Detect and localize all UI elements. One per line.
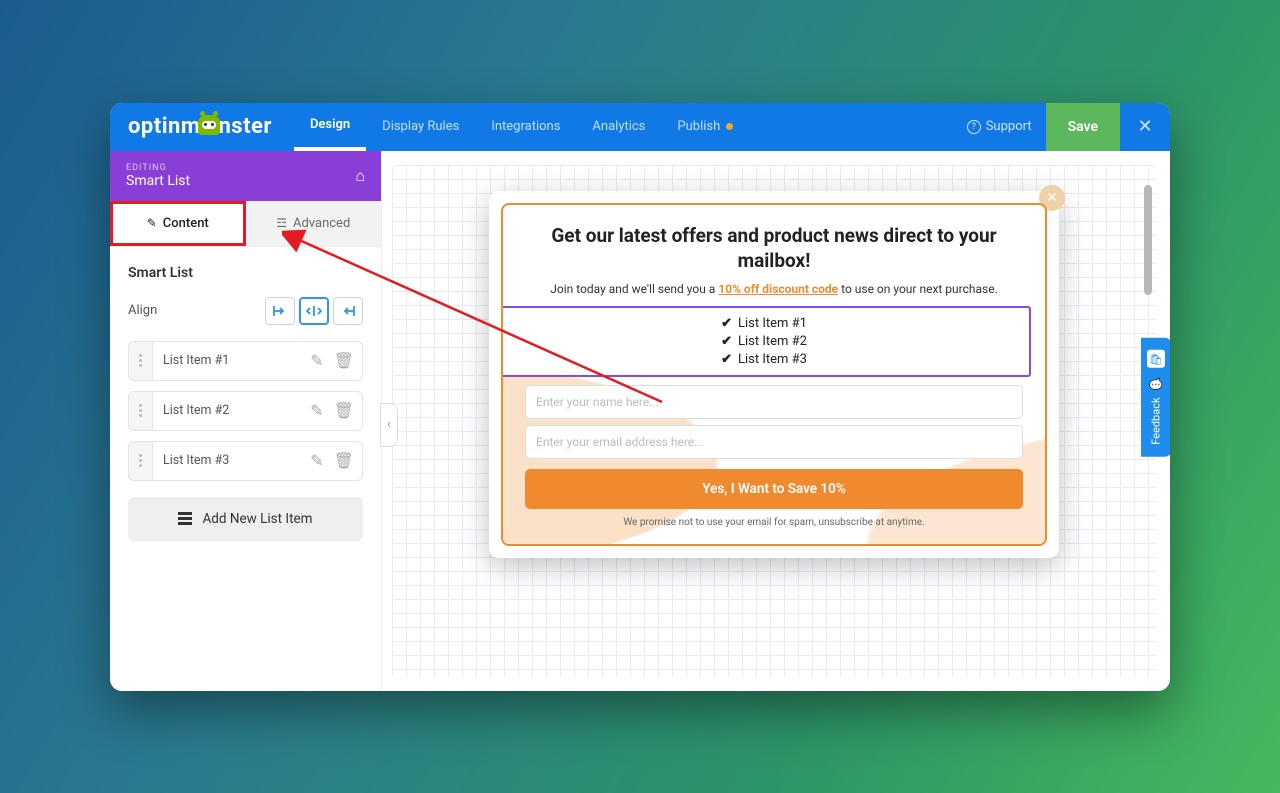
brand-logo: optinm nster: [110, 103, 294, 151]
feedback-tab[interactable]: Feedback 💬 🛍: [1141, 338, 1170, 457]
nav-design[interactable]: Design: [294, 103, 366, 151]
edit-item-button[interactable]: ✎: [310, 351, 323, 370]
align-center-icon: [306, 305, 322, 317]
align-center-button[interactable]: [299, 297, 329, 325]
list-item-label: List Item #2: [153, 403, 302, 418]
close-button[interactable]: ✕: [1120, 103, 1170, 151]
edit-item-button[interactable]: ✎: [310, 451, 323, 470]
popup-headline: Get our latest offers and product news d…: [525, 223, 1023, 274]
add-item-label: Add New List Item: [202, 511, 312, 527]
discount-highlight: 10% off discount code: [718, 282, 838, 296]
cart-icon: 🛍: [1147, 350, 1165, 368]
pencil-icon: ✎: [310, 351, 323, 370]
nav-analytics[interactable]: Analytics: [576, 103, 661, 151]
delete-item-button[interactable]: 🗑: [334, 401, 354, 420]
breadcrumb-section: EDITING: [126, 163, 190, 173]
email-input[interactable]: Enter your email address here...: [525, 425, 1023, 459]
add-list-item-button[interactable]: Add New List Item: [128, 497, 363, 541]
delete-item-button[interactable]: 🗑: [334, 351, 354, 370]
align-left-button[interactable]: [265, 297, 295, 325]
trash-icon: 🗑: [334, 401, 354, 420]
align-right-button[interactable]: [333, 297, 363, 325]
monster-icon: [198, 115, 220, 135]
nav-display-rules[interactable]: Display Rules: [366, 103, 475, 151]
sidebar-tabs: ✎ Content ☲ Advanced: [110, 201, 381, 247]
pencil-icon: ✎: [310, 451, 323, 470]
drag-handle[interactable]: [129, 342, 153, 380]
feedback-label: Feedback: [1150, 397, 1163, 444]
topbar: optinm nster Design Display Rules Integr…: [110, 103, 1170, 151]
align-row: Align: [128, 297, 363, 325]
trash-icon: 🗑: [334, 451, 354, 470]
close-icon: ✕: [1137, 116, 1152, 137]
list-item: ✔List Item #1: [721, 316, 807, 331]
support-label: Support: [986, 119, 1032, 134]
sliders-icon: ☲: [276, 216, 287, 230]
edit-item-button[interactable]: ✎: [310, 401, 323, 420]
check-icon: ✔: [721, 316, 732, 331]
cta-button[interactable]: Yes, I Want to Save 10%: [525, 469, 1023, 509]
list-item-row: List Item #1 ✎ 🗑: [128, 341, 363, 381]
canvas[interactable]: ✕ Get our latest offers and product news…: [392, 165, 1156, 677]
save-button[interactable]: Save: [1046, 103, 1120, 151]
check-icon: ✔: [721, 352, 732, 367]
chevron-left-icon: ‹: [387, 417, 391, 432]
nav-publish[interactable]: Publish: [661, 103, 749, 151]
chat-icon: 💬: [1150, 376, 1163, 389]
drag-handle[interactable]: [129, 392, 153, 430]
nav-integrations[interactable]: Integrations: [475, 103, 576, 151]
close-icon: ✕: [1046, 190, 1058, 206]
home-icon: ⌂: [355, 166, 365, 185]
logo-text-suffix: nster: [218, 114, 272, 139]
trash-icon: 🗑: [334, 351, 354, 370]
sidebar: EDITING Smart List ⌂ ✎ Content ☲ Advance…: [110, 151, 382, 691]
home-button[interactable]: ⌂: [355, 166, 365, 186]
logo-text-prefix: optinm: [128, 114, 200, 139]
smartlist-block[interactable]: ✔List Item #1 ✔List Item #2 ✔List Item #…: [501, 306, 1031, 377]
breadcrumb: EDITING Smart List ⌂: [110, 151, 381, 201]
list-icon: [178, 512, 192, 525]
disclaimer-text: We promise not to use your email for spa…: [525, 517, 1023, 528]
tab-advanced[interactable]: ☲ Advanced: [246, 201, 382, 246]
sidebar-collapse-button[interactable]: ‹: [380, 403, 398, 447]
popup-subtext: Join today and we'll send you a 10% off …: [525, 282, 1023, 296]
list-item: ✔List Item #2: [721, 334, 807, 349]
name-input[interactable]: Enter your name here...: [525, 385, 1023, 419]
align-left-icon: [273, 305, 287, 317]
align-right-icon: [341, 305, 355, 317]
tab-content-label: Content: [163, 216, 209, 231]
status-dot-icon: [726, 123, 733, 130]
support-link[interactable]: ? Support: [953, 103, 1046, 151]
help-icon: ?: [967, 120, 981, 134]
delete-item-button[interactable]: 🗑: [334, 451, 354, 470]
list-item: ✔List Item #3: [721, 352, 807, 367]
panel-title: Smart List: [128, 265, 363, 281]
popup-preview: ✕ Get our latest offers and product news…: [489, 191, 1059, 558]
nav-publish-label: Publish: [677, 119, 720, 134]
pencil-icon: ✎: [147, 216, 157, 230]
pencil-icon: ✎: [310, 401, 323, 420]
list-item-row: List Item #2 ✎ 🗑: [128, 391, 363, 431]
list-item-row: List Item #3 ✎ 🗑: [128, 441, 363, 481]
tab-advanced-label: Advanced: [293, 216, 350, 231]
list-items-container: List Item #1 ✎ 🗑 List Item #2 ✎ 🗑: [128, 341, 363, 481]
list-item-label: List Item #1: [153, 353, 302, 368]
drag-handle[interactable]: [129, 442, 153, 480]
check-icon: ✔: [721, 334, 732, 349]
canvas-scrollbar[interactable]: [1144, 185, 1152, 295]
align-label: Align: [128, 303, 157, 318]
tab-content[interactable]: ✎ Content: [110, 201, 246, 246]
canvas-area: ✕ Get our latest offers and product news…: [382, 151, 1170, 691]
list-item-label: List Item #3: [153, 453, 302, 468]
app-window: optinm nster Design Display Rules Integr…: [110, 103, 1170, 691]
breadcrumb-title: Smart List: [126, 173, 190, 189]
primary-nav: Design Display Rules Integrations Analyt…: [294, 103, 749, 151]
